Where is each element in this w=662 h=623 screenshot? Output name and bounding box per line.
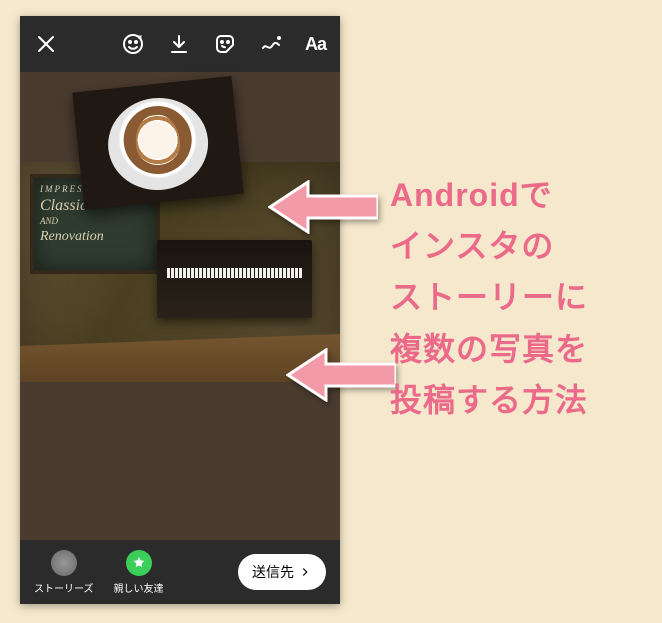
story-canvas[interactable]: IMPRESSION Classic AND Renovation xyxy=(20,72,340,540)
close-friends-label: 親しい友達 xyxy=(114,580,164,595)
sticker-icon[interactable] xyxy=(213,32,237,56)
headline-line: 複数の写真を xyxy=(390,324,642,375)
piano-graphic xyxy=(157,240,312,318)
phone-screen: Aa IMPRESSION Classic AND Renovation ストー… xyxy=(20,16,340,604)
tutorial-headline: Androidで インスタの ストーリーに 複数の写真を 投稿する方法 xyxy=(390,170,642,426)
share-to-stories-button[interactable]: ストーリーズ xyxy=(34,550,94,595)
sign-line: AND xyxy=(40,216,150,228)
story-editor-toolbar: Aa xyxy=(20,16,340,72)
headline-line: Androidで xyxy=(390,170,642,221)
send-to-button[interactable]: 送信先 xyxy=(238,554,326,590)
close-friends-star-icon xyxy=(126,550,152,576)
annotation-arrow-icon xyxy=(268,180,378,234)
headline-line: インスタの xyxy=(390,221,642,272)
latte-art-graphic xyxy=(133,113,182,167)
close-icon[interactable] xyxy=(34,32,58,56)
text-tool-button[interactable]: Aa xyxy=(305,34,326,55)
face-effects-icon[interactable] xyxy=(121,32,145,56)
stories-label: ストーリーズ xyxy=(34,580,94,595)
sign-line: Renovation xyxy=(40,228,150,246)
headline-line: ストーリーに xyxy=(390,272,642,323)
headline-line: 投稿する方法 xyxy=(390,375,642,426)
overlay-photo-latte[interactable] xyxy=(72,76,243,210)
send-label: 送信先 xyxy=(252,562,294,582)
stories-avatar-icon xyxy=(51,550,77,576)
story-bottom-bar: ストーリーズ 親しい友達 送信先 xyxy=(20,540,340,604)
download-icon[interactable] xyxy=(167,32,191,56)
annotation-arrow-icon xyxy=(286,348,396,402)
draw-icon[interactable] xyxy=(259,32,283,56)
share-to-close-friends-button[interactable]: 親しい友達 xyxy=(114,550,164,595)
